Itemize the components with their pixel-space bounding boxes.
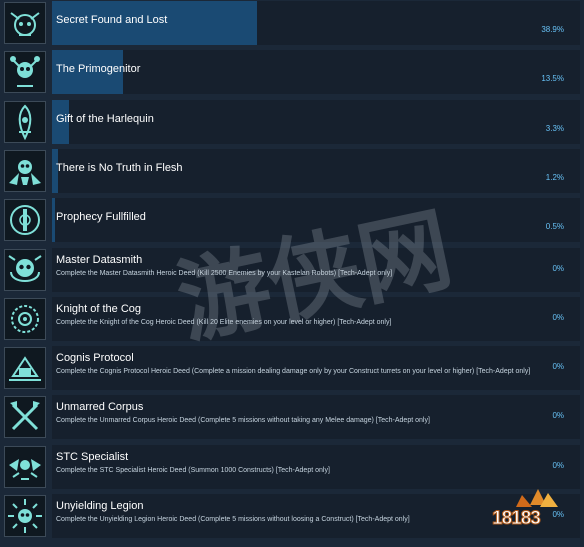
achievement-row[interactable]: Unmarred Corpus Complete the Unmarred Cor… xyxy=(0,394,584,440)
achievement-row[interactable]: There is No Truth in Flesh 1.2% xyxy=(0,148,584,194)
achievement-description: Complete the Unmarred Corpus Heroic Deed… xyxy=(56,417,430,425)
skull-mace-icon xyxy=(4,51,46,94)
achievement-panel: Knight of the Cog Complete the Knight of … xyxy=(52,296,580,341)
achievement-title: Master Datasmith xyxy=(56,253,143,266)
turret-emblem-icon xyxy=(4,347,46,390)
unlock-percentage: 0% xyxy=(552,460,564,470)
achievement-title: Knight of the Cog xyxy=(56,302,142,315)
crossed-axes-icon xyxy=(4,396,46,439)
achievement-title: Unmarred Corpus xyxy=(56,401,144,414)
achievement-description: Complete the Knight of the Cog Heroic De… xyxy=(56,318,392,326)
achievement-description: Complete the Cognis Protocol Heroic Deed… xyxy=(56,368,531,376)
achievement-row[interactable]: STC Specialist Complete the STC Specialis… xyxy=(0,444,584,490)
achievement-row[interactable]: Cognis Protocol Complete the Cognis Proto… xyxy=(0,345,584,391)
winged-constructs-icon xyxy=(4,445,46,488)
achievement-panel: The Primogenitor 13.5% xyxy=(52,50,580,95)
sunburst-skull-icon xyxy=(4,495,46,537)
prophecy-emblem-icon xyxy=(4,199,46,242)
achievement-row[interactable]: Master Datasmith Complete the Master Data… xyxy=(0,247,584,293)
achievement-row[interactable]: Secret Found and Lost 38.9% xyxy=(0,0,584,46)
achievement-row[interactable]: Prophecy Fullfilled 0.5% xyxy=(0,197,584,243)
skull-banner-icon xyxy=(4,2,46,44)
winged-skull-icon xyxy=(4,149,46,192)
unlock-percentage: 0% xyxy=(552,362,564,372)
achievement-title: STC Specialist xyxy=(56,450,129,463)
unlock-percentage: 0% xyxy=(552,312,564,322)
harlequin-mask-icon xyxy=(4,100,46,143)
datasmith-skull-icon xyxy=(4,248,46,291)
achievement-list: Secret Found and Lost 38.9% The Primogenit… xyxy=(0,0,584,547)
achievement-row[interactable]: Gift of the Harlequin 3.3% xyxy=(0,99,584,145)
achievement-panel: STC Specialist Complete the STC Specialis… xyxy=(52,444,580,489)
achievement-description: Complete the Master Datasmith Heroic Dee… xyxy=(56,269,393,277)
achievement-panel: Master Datasmith Complete the Master Data… xyxy=(52,247,580,292)
achievement-title: Unyielding Legion xyxy=(56,500,144,512)
unlock-percentage: 13.5% xyxy=(541,74,564,84)
achievement-description: Complete the STC Specialist Heroic Deed … xyxy=(56,466,330,474)
unlock-percentage: 1.2% xyxy=(545,172,564,182)
achievement-row[interactable]: Knight of the Cog Complete the Knight of … xyxy=(0,296,584,342)
unlock-percentage: 0% xyxy=(552,411,564,421)
achievement-title: The Primogenitor xyxy=(56,63,141,76)
achievement-title: Prophecy Fullfilled xyxy=(56,211,146,224)
achievement-panel: Unmarred Corpus Complete the Unmarred Cor… xyxy=(52,395,580,440)
unlock-percentage: 3.3% xyxy=(545,123,564,133)
achievement-title: Gift of the Harlequin xyxy=(56,112,154,125)
achievement-title: Cognis Protocol xyxy=(56,352,134,365)
achievement-panel: Prophecy Fullfilled 0.5% xyxy=(52,198,580,243)
achievement-title: Secret Found and Lost xyxy=(56,14,168,26)
progress-bar-fill xyxy=(52,198,55,243)
achievement-description: Complete the Unyielding Legion Heroic De… xyxy=(56,516,410,523)
achievement-panel: Cognis Protocol Complete the Cognis Proto… xyxy=(52,346,580,391)
achievement-panel: Secret Found and Lost 38.9% xyxy=(52,1,580,45)
unlock-percentage: 0% xyxy=(552,263,564,273)
site-logo-text: 18183 xyxy=(492,508,542,530)
unlock-percentage: 0.5% xyxy=(545,222,564,232)
cog-emblem-icon xyxy=(4,297,46,340)
site-logo: 18183 xyxy=(488,487,580,541)
achievement-row[interactable]: The Primogenitor 13.5% xyxy=(0,49,584,95)
achievement-title: There is No Truth in Flesh xyxy=(56,161,183,174)
achievement-panel: Gift of the Harlequin 3.3% xyxy=(52,99,580,144)
unlock-percentage: 38.9% xyxy=(541,25,564,34)
achievement-panel: There is No Truth in Flesh 1.2% xyxy=(52,148,580,193)
